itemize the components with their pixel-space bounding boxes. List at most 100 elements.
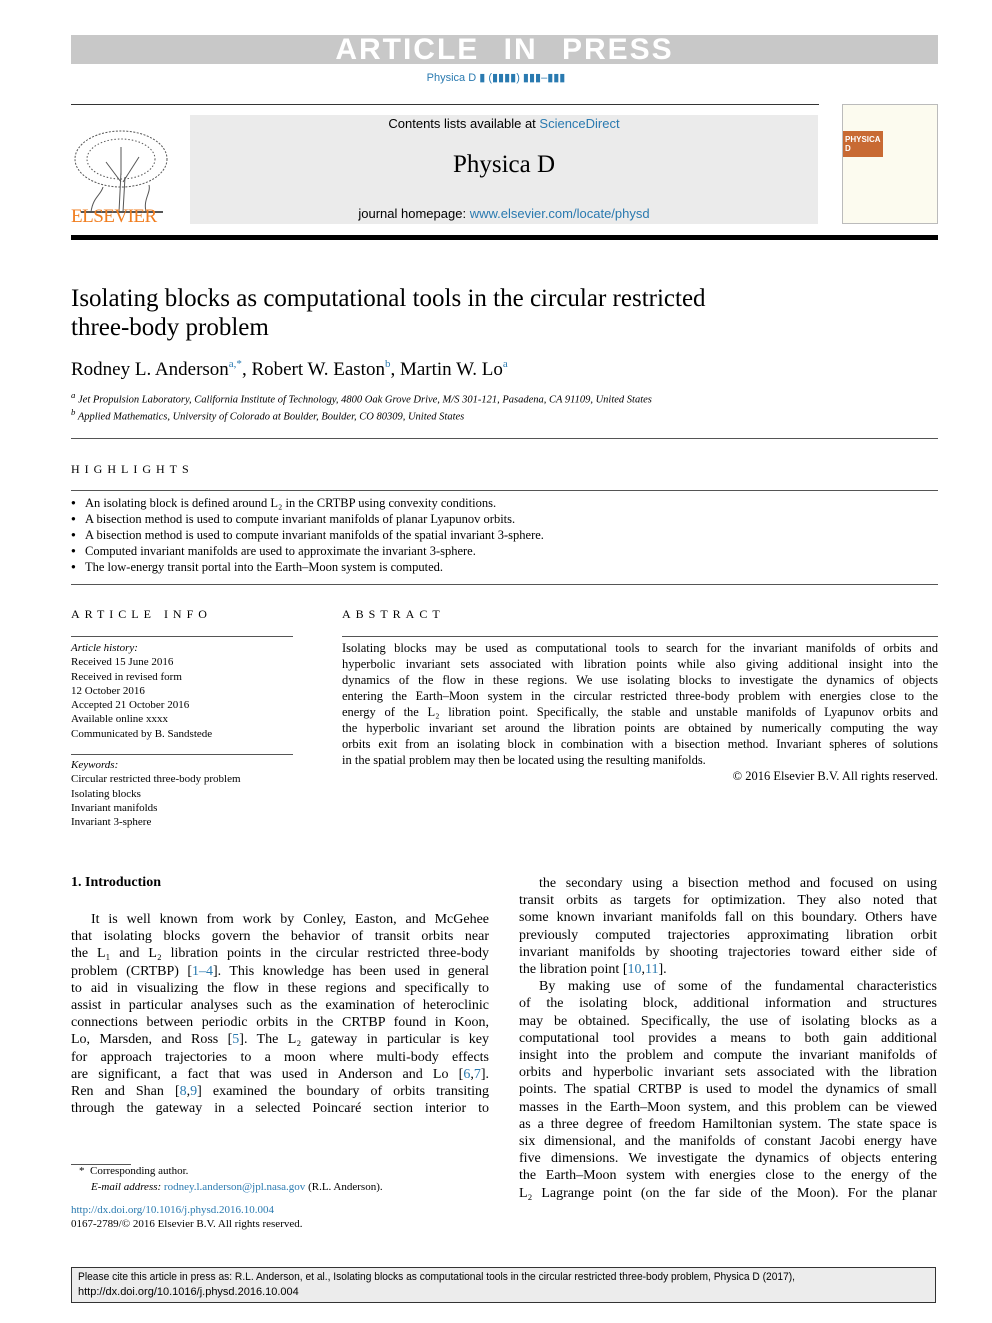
citation-box: Please cite this article in press as: R.… [71, 1267, 936, 1303]
text-line: are significant, a fact that was used in… [71, 1066, 489, 1083]
journal-reference-link[interactable]: Physica D ▮ (▮▮▮▮) ▮▮▮–▮▮▮ [0, 71, 992, 84]
divider [71, 490, 938, 491]
text-segment: of the isolating block, additional infor… [519, 996, 937, 1012]
text-line: of the isolating block, additional infor… [519, 995, 937, 1012]
text-segment: problem (CRTBP) [ [71, 963, 192, 979]
divider [71, 235, 938, 240]
text-segment: Lo, Marsden, and Ross [ [71, 1032, 233, 1048]
author-affiliation-link[interactable]: a [503, 358, 508, 370]
text-segment: transit orbits as targets for optimizati… [519, 893, 937, 909]
text-segment: connections between periodic orbits in t… [71, 1015, 489, 1031]
citation-link[interactable]: 7 [474, 1067, 481, 1082]
text-segment: entering the Earth–Moon system in the ci… [342, 689, 938, 703]
text-segment: for approach trajectories to a moon wher… [71, 1049, 489, 1065]
text-line: It is well known from work by Conley, Ea… [71, 911, 489, 928]
text-segment: Isolating blocks may be used as computat… [342, 641, 938, 655]
text-segment: the Earth–Moon system with energies clos… [519, 1168, 937, 1184]
text-line: dynamics of the flow in these regions. W… [342, 672, 938, 688]
elsevier-wordmark: ELSEVIER [71, 206, 157, 227]
text-segment: six dimensional, and the manifolds of co… [519, 1134, 937, 1150]
journal-cover-thumbnail[interactable]: PHYSICA D [842, 104, 938, 224]
text-line: assist in particular analyses such as th… [71, 997, 489, 1014]
text-line: Lo, Marsden, and Ross [5]. The L₂ gatewa… [71, 1031, 489, 1048]
article-info-heading: ARTICLE INFO [71, 607, 212, 621]
text-line: Ren and Shan [8,9] examined the boundary… [71, 1083, 489, 1100]
highlight-item: A bisection method is used to compute in… [71, 511, 544, 527]
highlights-list: An isolating block is defined around L₂ … [71, 495, 544, 575]
text-segment: some known invariant manifolds fall on t… [519, 910, 937, 926]
text-line: the Earth–Moon system with energies clos… [519, 1167, 937, 1184]
text-line: connections between periodic orbits in t… [71, 1014, 489, 1031]
text-line: insight into the problem and compute the… [519, 1047, 937, 1064]
text-segment: ]. [658, 962, 667, 978]
text-segment: insight into the problem and compute the… [519, 1048, 937, 1064]
copyright: © 2016 Elsevier B.V. All rights reserved… [732, 769, 938, 783]
citation-link[interactable]: 1–4 [192, 964, 213, 979]
citation-link[interactable]: 10 [627, 962, 641, 977]
text-segment: through the gateway in a selected Poinca… [71, 1101, 489, 1117]
text-line: orbits exit from an isolating block in c… [342, 736, 938, 752]
text-segment: points. The spatial CRTBP is used to mod… [519, 1082, 937, 1098]
abstract-text: Isolating blocks may be used as computat… [342, 640, 938, 784]
text-line: previously computed trajectories approxi… [519, 927, 937, 944]
text-segment: dynamics of the flow in these regions. W… [342, 673, 938, 687]
text-segment: energy of the L₂ libration point. Specif… [342, 705, 938, 719]
divider [71, 754, 293, 755]
highlights-heading: HIGHLIGHTS [71, 462, 194, 476]
text-line: By making use of some of the fundamental… [519, 978, 937, 995]
text-segment: ]. This knowledge has been used in gener… [213, 963, 490, 979]
text-line: the hyperbolic invariant set around the … [342, 720, 938, 736]
text-line: entering the Earth–Moon system in the ci… [342, 688, 938, 704]
text-segment: previously computed trajectories approxi… [519, 927, 937, 943]
text-segment: orbits exit from an isolating block in c… [342, 737, 938, 751]
text-line: masses in the Earth–Moon system, and thi… [519, 1099, 937, 1116]
body-column-left: It is well known from work by Conley, Ea… [71, 911, 489, 1117]
text-segment: It is well known from work by Conley, Ea… [91, 912, 489, 927]
article-in-press-banner: ARTICLE IN PRESS [71, 35, 938, 65]
highlight-item: Computed invariant manifolds are used to… [71, 543, 544, 559]
text-line: may be obtained. Specifically, the use o… [519, 1013, 937, 1030]
text-segment: as a three degree of freedom Hamiltonian… [519, 1116, 937, 1132]
text-line: some known invariant manifolds fall on t… [519, 909, 937, 926]
issn-copyright: 0167-2789/© 2016 Elsevier B.V. All right… [71, 1218, 303, 1230]
text-line: transit orbits as targets for optimizati… [519, 892, 937, 909]
author-affiliation-link[interactable]: b [385, 358, 391, 370]
text-segment: Ren and Shan [ [71, 1084, 180, 1100]
text-line: problem (CRTBP) [1–4]. This knowledge ha… [71, 963, 489, 980]
author-affiliation-link[interactable]: a,* [229, 358, 242, 370]
divider [71, 636, 293, 637]
text-line: that isolating blocks govern the behavio… [71, 928, 489, 945]
citation-link[interactable]: 11 [645, 962, 658, 977]
text-segment: are significant, a fact that was used in… [71, 1066, 464, 1082]
title-line: Isolating blocks as computational tools … [71, 285, 706, 312]
section-heading: 1. Introduction [71, 875, 161, 890]
author-name: Robert W. Easton [251, 359, 385, 380]
text-segment: assist in particular analyses such as th… [71, 998, 489, 1014]
text-segment: in the spatial problem may then be locat… [342, 753, 706, 767]
abstract-heading: ABSTRACT [342, 607, 445, 621]
citation-doi[interactable]: http://dx.doi.org/10.1016/j.physd.2016.1… [78, 1285, 929, 1300]
citation-link[interactable]: 8 [180, 1084, 187, 1099]
text-line: through the gateway in a selected Poinca… [71, 1100, 489, 1117]
text-line: five dimensions. We investigate the dyna… [519, 1150, 937, 1167]
article-history: Article history: Received 15 June 2016 Re… [71, 642, 213, 740]
text-line: the libration point [10,11]. [519, 961, 937, 978]
text-line: hyperbolic invariant sets associated wit… [342, 656, 938, 672]
homepage-link[interactable]: www.elsevier.com/locate/physd [470, 206, 650, 221]
highlight-item: The low-energy transit portal into the E… [71, 559, 544, 575]
text-line: orbits and hyperbolic invariant sets ass… [519, 1064, 937, 1081]
text-line: energy of the L₂ libration point. Specif… [342, 704, 938, 720]
sciencedirect-link[interactable]: ScienceDirect [539, 116, 619, 131]
journal-title: Physica D [452, 151, 556, 178]
doi-link[interactable]: http://dx.doi.org/10.1016/j.physd.2016.1… [71, 1203, 383, 1217]
text-segment: may be obtained. Specifically, the use o… [519, 1013, 937, 1029]
text-segment: the hyperbolic invariant set around the … [342, 721, 938, 735]
divider [71, 104, 819, 105]
text-line: L₂ Lagrange point (on the far side of th… [519, 1185, 937, 1202]
contents-label: Contents lists available at [388, 116, 540, 131]
highlight-item: A bisection method is used to compute in… [71, 527, 544, 543]
email-link[interactable]: rodney.l.anderson@jpl.nasa.gov [164, 1181, 305, 1193]
author-name: Rodney L. Anderson [71, 359, 229, 380]
text-segment: five dimensions. We investigate the dyna… [519, 1151, 937, 1167]
text-line: points. The spatial CRTBP is used to mod… [519, 1081, 937, 1098]
